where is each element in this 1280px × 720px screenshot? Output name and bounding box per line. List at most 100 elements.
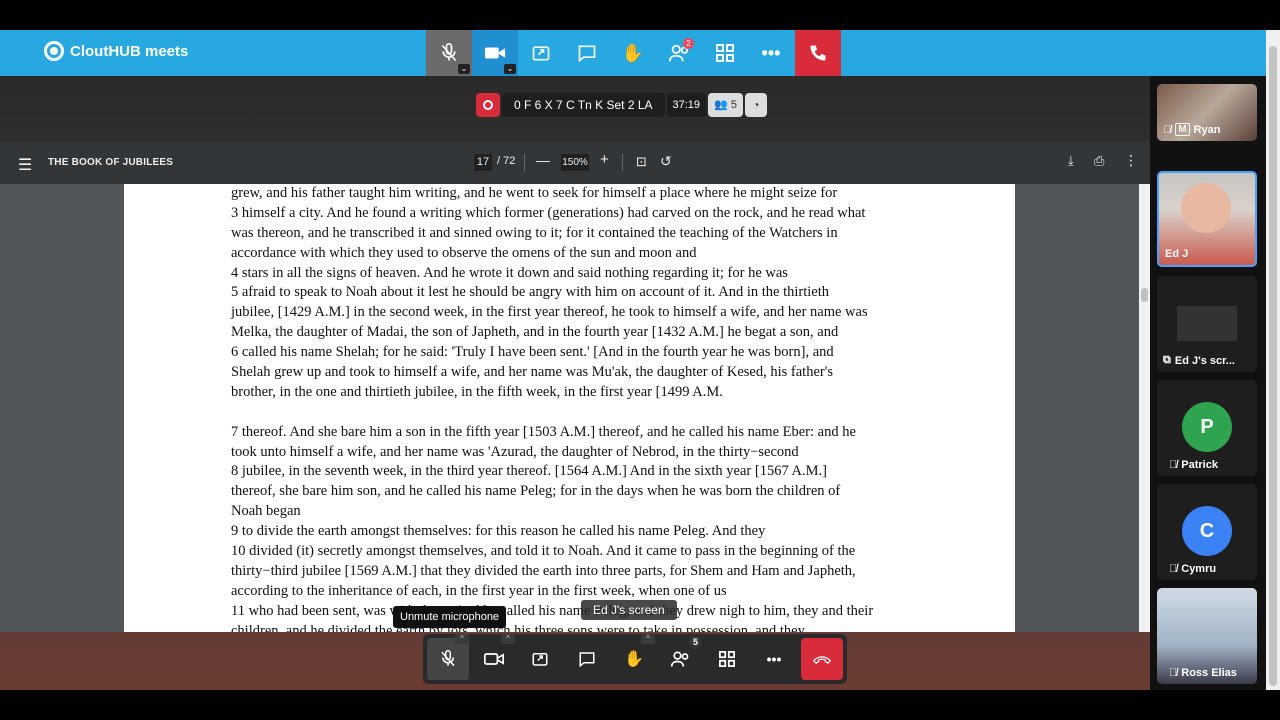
pdf-line: 10 divided (it) secretly amongst themsel… — [231, 543, 856, 560]
participant-tile-ed-j-screen[interactable]: ⧉ Ed J's scr... — [1157, 276, 1257, 372]
grid-icon — [719, 651, 735, 667]
share-screen-button[interactable] — [518, 30, 564, 76]
bottom-camera-button[interactable] — [473, 638, 515, 680]
chat-icon — [579, 652, 595, 668]
pdf-line: 4 stars in all the signs of heaven. And … — [231, 264, 788, 281]
pdf-line: children, and he divided the earth by lo… — [231, 622, 805, 632]
chat-icon — [578, 45, 596, 63]
video-camera-icon — [484, 47, 506, 59]
participants-button[interactable]: 2 — [656, 30, 702, 76]
page-number-input[interactable]: 17 — [474, 154, 492, 171]
participant-tile-ryan[interactable]: 🎙̸ M Ryan — [1157, 84, 1257, 141]
participants-badge: 2 — [683, 38, 694, 49]
pdf-line: thirty−third jubilee [1569 A.M.] that th… — [231, 562, 856, 579]
camera-toggle-button[interactable]: ⌄ — [472, 30, 518, 76]
brand-name: CloutHUB meets — [70, 42, 189, 60]
avatar: C — [1182, 506, 1232, 556]
rotate-icon[interactable]: ↺ — [660, 153, 672, 170]
print-icon[interactable]: ⎙ — [1094, 153, 1104, 169]
pdf-scroll-thumb[interactable] — [1141, 288, 1148, 302]
pdf-line — [231, 403, 991, 423]
participant-name: Ryan — [1193, 123, 1221, 136]
pdf-scrollbar[interactable] — [1139, 184, 1150, 632]
pdf-line: 8 jubilee, in the seventh week, in the t… — [231, 463, 827, 480]
tile-name-ed-j-screen: ⧉ Ed J's scr... — [1163, 354, 1235, 367]
hang-up-icon — [812, 656, 832, 664]
bottom-mic-caret[interactable]: ^ — [455, 634, 469, 644]
participant-name: Cymru — [1181, 563, 1217, 575]
participant-name: Ed J — [1165, 248, 1189, 260]
screen-share-label: Ed J's screen — [581, 600, 677, 620]
bottom-hand-caret[interactable]: ^ — [641, 634, 655, 644]
bottom-layout-button[interactable] — [706, 638, 748, 680]
more-dots-icon: ••• — [766, 651, 782, 667]
pdf-line: Shelah grew up and took to himself a wif… — [231, 364, 833, 381]
participant-tile-cymru[interactable]: C 🎙̸ Cymru — [1157, 484, 1257, 580]
mic-muted-icon: 🎙̸ — [1163, 123, 1172, 136]
tile-name-ed-j: Ed J — [1165, 248, 1188, 260]
brand[interactable]: CloutHUB meets — [44, 41, 188, 61]
participant-tile-ross-elias[interactable]: 🎙̸ Ross Elias — [1157, 588, 1257, 684]
bottom-raise-hand-button[interactable]: ✋ — [613, 638, 655, 680]
bottom-chat-button[interactable] — [566, 638, 608, 680]
hand-icon: ✋ — [624, 651, 644, 668]
mic-off-icon — [441, 43, 457, 62]
bottom-mic-button[interactable] — [427, 638, 469, 680]
pdf-line: 6 called his name Shelah; for he said: '… — [231, 344, 834, 361]
fit-page-icon[interactable]: ⊡ — [636, 154, 647, 170]
window-scroll-thumb[interactable] — [1269, 46, 1277, 686]
speed-gauge-icon[interactable]: ◔ — [744, 93, 767, 117]
participants-icon — [670, 651, 689, 667]
raise-hand-button[interactable]: ✋ — [610, 30, 656, 76]
mic-toggle-button[interactable]: ⌄ — [426, 30, 472, 76]
pdf-line: Noah began — [231, 503, 301, 520]
participant-name: Ross Elias — [1181, 667, 1237, 679]
more-options-button[interactable]: ••• — [748, 30, 794, 76]
zoom-out-button[interactable]: — — [536, 152, 550, 168]
room-name: 0 F 6 X 7 C Tn K Set 2 LA — [502, 93, 665, 117]
bottom-more-button[interactable]: ••• — [753, 638, 795, 680]
screen-thumbnail — [1177, 306, 1237, 341]
avatar: P — [1182, 402, 1232, 452]
record-icon[interactable] — [476, 93, 500, 117]
zoom-in-button[interactable]: + — [600, 151, 609, 168]
mic-muted-icon: 🎙̸ — [1169, 667, 1178, 679]
mic-muted-icon: 🎙̸ — [1169, 563, 1178, 575]
pdf-line: 9 to divide the earth amongst themselves… — [231, 523, 766, 540]
window-scrollbar[interactable] — [1266, 30, 1280, 690]
mic-off-icon — [441, 650, 455, 667]
pdf-line: 7 thereof. And she bare him a son in the… — [231, 423, 856, 440]
mic-muted-icon: 🎙̸ — [1169, 459, 1178, 471]
pdf-line: took unto himself a wife, and her name w… — [231, 443, 799, 460]
more-vert-icon[interactable]: ⋮ — [1124, 152, 1138, 169]
bottom-camera-caret[interactable]: ^ — [501, 634, 515, 644]
menu-icon[interactable]: ☰ — [18, 155, 32, 175]
share-icon — [532, 653, 548, 666]
pdf-page: grew, and his father taught him writing,… — [124, 184, 1015, 632]
more-dots-icon: ••• — [761, 42, 781, 63]
pdf-line: grew, and his father taught him writing,… — [231, 185, 838, 201]
bottom-leave-call-button[interactable] — [801, 638, 843, 680]
participant-count[interactable]: 👥 5 — [708, 93, 743, 117]
pdf-line: 5 afraid to speak to Noah about it lest … — [231, 284, 830, 301]
hand-icon: ✋ — [621, 42, 645, 63]
tile-name-ryan: 🎙̸ M Ryan — [1163, 123, 1221, 136]
chat-button[interactable] — [564, 30, 610, 76]
zoom-level-input[interactable]: 150% — [561, 154, 589, 171]
pdf-toolbar: ☰ THE BOOK OF JUBILEES 17 / 72 — 150% + … — [0, 142, 1150, 184]
leave-call-button[interactable] — [795, 30, 841, 76]
participant-tile-ed-j[interactable]: Ed J — [1157, 171, 1257, 267]
camera-options-caret[interactable]: ⌄ — [504, 64, 516, 74]
tile-name-ross-elias: 🎙̸ Ross Elias — [1169, 667, 1237, 679]
mic-options-caret[interactable]: ⌄ — [458, 64, 470, 74]
bottom-control-bar: ^ ^ ✋ ^ 5 ••• — [423, 634, 847, 684]
pdf-line: was thereon, and he transcribed it and s… — [231, 224, 838, 241]
layout-button[interactable] — [702, 30, 748, 76]
participant-tile-patrick[interactable]: P 🎙̸ Patrick — [1157, 380, 1257, 476]
bottom-share-button[interactable] — [519, 638, 561, 680]
video-camera-icon — [484, 653, 504, 665]
download-icon[interactable]: ⤓ — [1068, 153, 1074, 169]
top-bar: CloutHUB meets ⌄ ⌄ ✋ 2 ••• — [0, 30, 1280, 76]
pdf-line: jubilee, [1429 A.M.] in the second week,… — [231, 304, 868, 321]
pdf-line: Melka, the daughter of Madai, the son of… — [231, 324, 839, 341]
